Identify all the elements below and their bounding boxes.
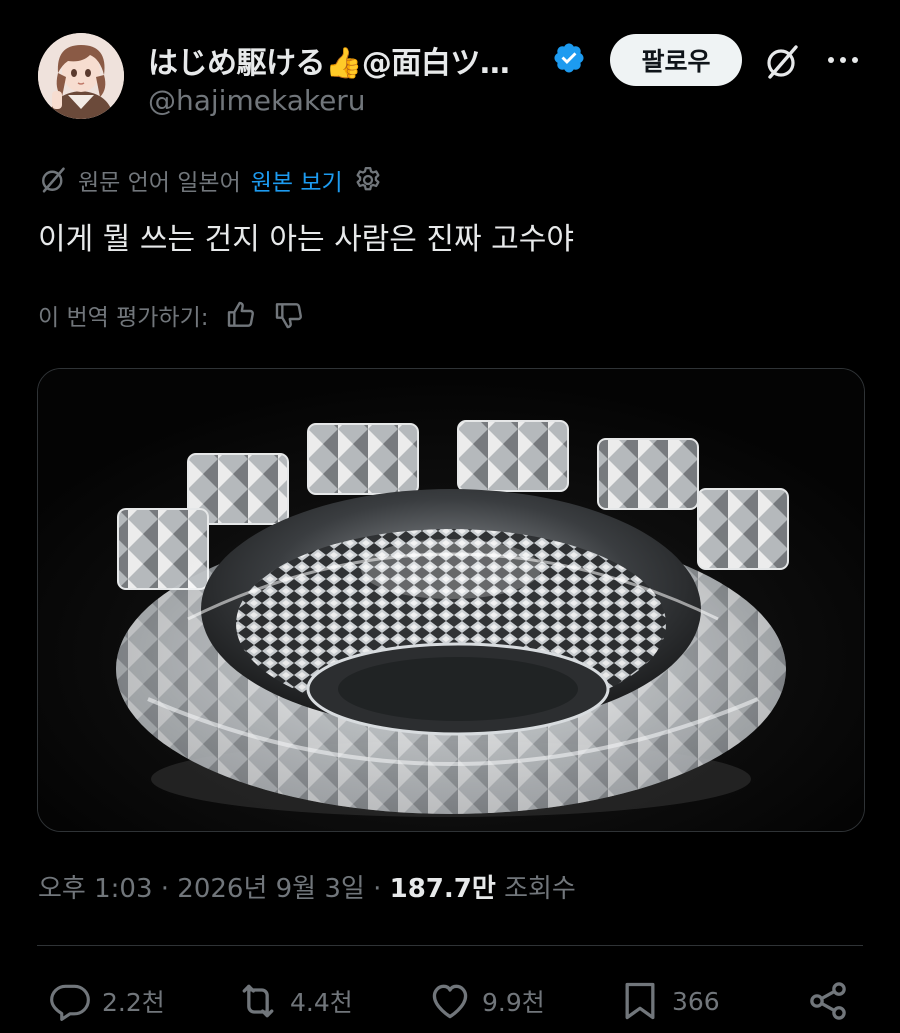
bookmark-icon: [625, 982, 655, 1020]
views-label: 조회수: [504, 874, 576, 904]
gear-icon[interactable]: [353, 165, 383, 195]
follow-button[interactable]: 팔로우: [610, 34, 742, 86]
share-button[interactable]: [806, 975, 850, 1027]
tweet-detail-view: はじめ駆ける👍@面白ツ… @hajimekakeru 팔로우 원문 언어 일본어…: [0, 0, 900, 1033]
verified-badge-icon[interactable]: [552, 41, 586, 75]
reply-button[interactable]: 2.2천: [48, 975, 165, 1027]
grok-translate-icon: [42, 167, 65, 193]
show-original-link[interactable]: 원본 보기: [251, 163, 343, 197]
reply-icon: [50, 984, 90, 1021]
bookmark-count: 366: [672, 986, 720, 1016]
tweet-text: 이게 뭘 쓰는 건지 아는 사람은 진짜 고수야: [38, 222, 574, 257]
share-icon: [810, 982, 846, 1020]
tweet-meta: 오후 1:03 · 2026년 9월 3일 · 187.7만 조회수: [38, 868, 576, 905]
repost-icon: [242, 984, 274, 1018]
like-button[interactable]: 9.9천: [428, 975, 545, 1027]
repost-button[interactable]: 4.4천: [236, 975, 353, 1027]
avatar[interactable]: [38, 33, 124, 119]
repost-count: 4.4천: [290, 988, 353, 1017]
heart-icon: [432, 984, 468, 1019]
rate-translation-label: 이 번역 평가하기:: [38, 305, 209, 331]
like-count: 9.9천: [482, 988, 545, 1017]
tweet-action-bar: 2.2천 4.4천 9.9천 366: [0, 975, 900, 1027]
author-handle[interactable]: @hajimekakeru: [148, 84, 366, 117]
reply-count: 2.2천: [102, 988, 165, 1017]
rate-translation-row: 이 번역 평가하기:: [38, 296, 305, 334]
bookmark-button[interactable]: 366: [618, 975, 720, 1027]
more-options-icon[interactable]: [825, 45, 861, 75]
tweet-timestamp[interactable]: 오후 1:03 · 2026년 9월 3일 ·: [38, 874, 381, 904]
views-count: 187.7만: [389, 874, 496, 904]
source-language-label: 원문 언어 일본어: [78, 170, 241, 196]
thumbs-up-icon[interactable]: [225, 299, 257, 331]
thumbs-down-icon[interactable]: [273, 299, 305, 331]
tweet-media-image[interactable]: [37, 368, 865, 832]
author-display-name[interactable]: はじめ駆ける👍@面白ツ…: [148, 38, 510, 82]
translation-notice: 원문 언어 일본어 원본 보기: [38, 162, 383, 198]
divider: [37, 945, 863, 946]
grok-icon[interactable]: [762, 42, 802, 82]
